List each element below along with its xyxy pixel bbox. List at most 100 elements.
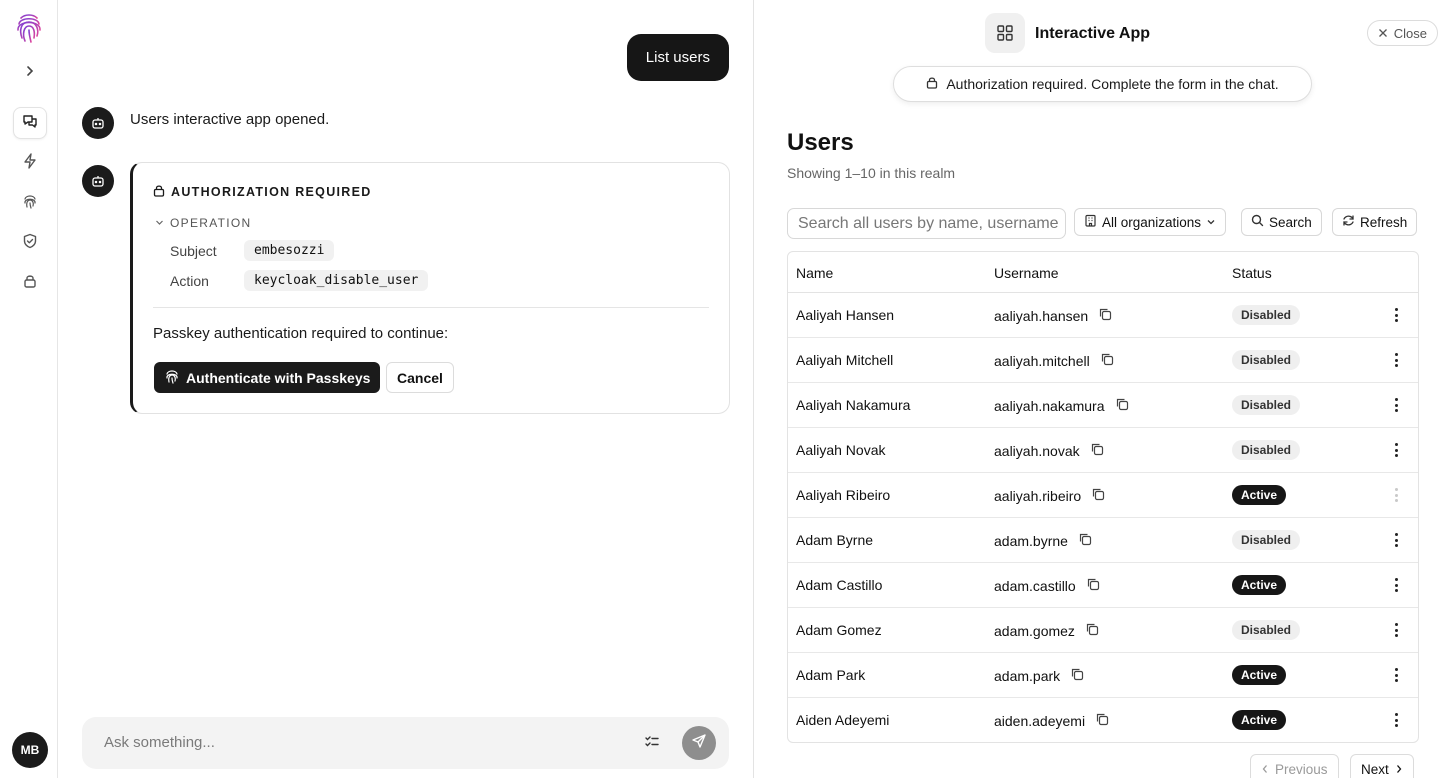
- search-button[interactable]: Search: [1241, 208, 1322, 236]
- auth-card-title: AUTHORIZATION REQUIRED: [153, 184, 372, 200]
- chat-input[interactable]: Ask something...: [104, 734, 215, 751]
- more-options-icon[interactable]: [1391, 306, 1401, 324]
- lock-nav-button[interactable]: [13, 267, 47, 299]
- copy-icon[interactable]: [1098, 307, 1112, 324]
- table-row[interactable]: Aaliyah Novak aaliyah.novak Disabled: [788, 428, 1418, 473]
- fingerprint-logo-icon[interactable]: [15, 12, 43, 44]
- table-row[interactable]: Adam Byrne adam.byrne Disabled: [788, 518, 1418, 563]
- previous-label: Previous: [1275, 761, 1328, 777]
- next-page-button[interactable]: Next: [1350, 754, 1414, 778]
- chevron-left-icon: [1261, 762, 1269, 777]
- lock-icon: [926, 76, 938, 92]
- more-options-icon[interactable]: [1391, 531, 1401, 549]
- search-icon: [1251, 214, 1264, 230]
- close-button[interactable]: Close: [1366, 20, 1438, 46]
- more-options-icon[interactable]: [1391, 621, 1401, 639]
- authenticate-label: Authenticate with Passkeys: [186, 369, 371, 386]
- security-nav-button[interactable]: [13, 227, 47, 259]
- table-row[interactable]: Adam Park adam.park Active: [788, 653, 1418, 698]
- username: aaliyah.ribeiro: [994, 487, 1082, 504]
- grid-icon: [985, 13, 1025, 53]
- user-name: Aaliyah Hansen: [796, 307, 895, 323]
- table-row[interactable]: Adam Gomez adam.gomez Disabled: [788, 608, 1418, 653]
- username: adam.park: [994, 667, 1061, 684]
- more-options-icon[interactable]: [1391, 441, 1401, 459]
- checklist-icon[interactable]: [644, 734, 660, 755]
- more-options-icon[interactable]: [1391, 576, 1401, 594]
- chat-composer[interactable]: Ask something...: [82, 717, 729, 769]
- more-options-icon[interactable]: [1391, 711, 1401, 729]
- action-value: keycloak_disable_user: [244, 270, 429, 291]
- auth-card-title-text: AUTHORIZATION REQUIRED: [171, 185, 372, 199]
- more-options-icon[interactable]: [1391, 486, 1401, 504]
- copy-icon[interactable]: [1070, 667, 1084, 684]
- organization-filter-dropdown[interactable]: All organizations: [1074, 208, 1227, 236]
- user-message-bubble: List users: [626, 34, 729, 81]
- refresh-button[interactable]: Refresh: [1332, 208, 1418, 236]
- operation-toggle[interactable]: OPERATION: [155, 216, 252, 230]
- chat-icon: [22, 113, 38, 134]
- page-title: Users: [787, 129, 854, 156]
- bot-message: Users interactive app opened.: [130, 111, 330, 128]
- page-subtitle: Showing 1–10 in this realm: [787, 165, 956, 181]
- more-options-icon[interactable]: [1391, 666, 1401, 684]
- authorization-banner: Authorization required. Complete the for…: [893, 66, 1312, 102]
- building-icon: [1084, 214, 1097, 230]
- status-badge: Disabled: [1232, 395, 1301, 415]
- copy-icon[interactable]: [1078, 532, 1092, 549]
- more-options-icon[interactable]: [1391, 396, 1401, 414]
- refresh-icon: [1342, 214, 1355, 230]
- status-badge: Disabled: [1232, 350, 1301, 370]
- username-cell: aiden.adeyemi: [994, 712, 1109, 729]
- more-options-icon[interactable]: [1391, 351, 1401, 369]
- copy-icon[interactable]: [1086, 577, 1100, 594]
- actions-nav-button[interactable]: [13, 147, 47, 179]
- chat-panel: List users Users interactive app opened.…: [58, 0, 753, 778]
- search-button-label: Search: [1269, 214, 1312, 230]
- status-badge: Disabled: [1232, 620, 1301, 640]
- username: aaliyah.novak: [994, 442, 1080, 459]
- user-avatar[interactable]: MB: [12, 732, 48, 768]
- table-row[interactable]: Aaliyah Nakamura aaliyah.nakamura Disabled: [788, 383, 1418, 428]
- column-header-status[interactable]: Status: [1232, 265, 1272, 281]
- authenticate-passkeys-button[interactable]: Authenticate with Passkeys: [154, 362, 381, 393]
- status-badge: Disabled: [1232, 530, 1301, 550]
- user-name: Aiden Adeyemi: [796, 712, 890, 728]
- column-header-username[interactable]: Username: [994, 265, 1059, 281]
- copy-icon[interactable]: [1085, 622, 1099, 639]
- left-rail: MB: [0, 0, 58, 778]
- username-cell: adam.gomez: [994, 622, 1099, 639]
- search-input[interactable]: Search all users by name, username: [787, 208, 1066, 239]
- column-header-name[interactable]: Name: [796, 265, 833, 281]
- table-row[interactable]: Aaliyah Mitchell aaliyah.mitchell Disabled: [788, 338, 1418, 383]
- send-button[interactable]: [682, 726, 716, 760]
- banner-text: Authorization required. Complete the for…: [946, 76, 1279, 92]
- username-cell: adam.byrne: [994, 532, 1092, 549]
- lock-icon: [22, 273, 38, 294]
- previous-page-button[interactable]: Previous: [1250, 754, 1339, 778]
- table-row[interactable]: Aaliyah Hansen aaliyah.hansen Disabled: [788, 293, 1418, 338]
- username: adam.castillo: [994, 577, 1076, 594]
- table-header: Name Username Status: [788, 252, 1418, 293]
- table-row[interactable]: Adam Castillo adam.castillo Active: [788, 563, 1418, 608]
- next-label: Next: [1361, 761, 1389, 777]
- close-label: Close: [1393, 25, 1427, 41]
- user-name: Adam Gomez: [796, 622, 882, 638]
- copy-icon[interactable]: [1100, 352, 1114, 369]
- username: aaliyah.hansen: [994, 307, 1089, 324]
- copy-icon[interactable]: [1090, 442, 1104, 459]
- passkeys-nav-button[interactable]: [13, 187, 47, 219]
- expand-sidebar-button[interactable]: [13, 57, 47, 89]
- interactive-app-panel: Interactive App Close Authorization requ…: [753, 0, 1444, 778]
- passkey-prompt: Passkey authentication required to conti…: [153, 325, 449, 342]
- copy-icon[interactable]: [1115, 397, 1129, 414]
- cancel-button[interactable]: Cancel: [386, 362, 454, 393]
- table-row[interactable]: Aaliyah Ribeiro aaliyah.ribeiro Active: [788, 473, 1418, 518]
- status-badge: Active: [1232, 665, 1287, 685]
- bolt-icon: [22, 152, 38, 174]
- chat-nav-button[interactable]: [13, 107, 47, 139]
- copy-icon[interactable]: [1091, 487, 1105, 504]
- chevron-down-icon: [1206, 215, 1216, 230]
- copy-icon[interactable]: [1095, 712, 1109, 729]
- table-row[interactable]: Aiden Adeyemi aiden.adeyemi Active: [788, 698, 1418, 742]
